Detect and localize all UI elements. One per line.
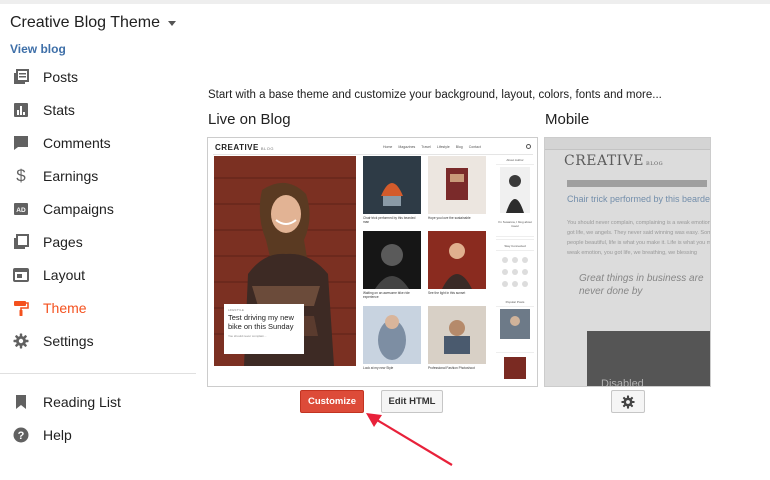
- preview-caption: Hope you love the sustainable: [428, 216, 471, 220]
- live-on-blog-heading: Live on Blog: [208, 111, 291, 128]
- preview-thumbnail: [363, 306, 421, 364]
- preview-social-icons: [502, 257, 528, 287]
- sidebar-item-posts[interactable]: Posts: [0, 60, 196, 93]
- sidebar-item-layout[interactable]: Layout: [0, 258, 196, 291]
- comments-icon: [12, 134, 30, 152]
- theme-intro-text: Start with a base theme and customize yo…: [208, 89, 662, 101]
- sidebar-item-label: Layout: [43, 266, 86, 283]
- customize-button[interactable]: Customize: [300, 390, 364, 413]
- svg-text:AD: AD: [16, 207, 26, 214]
- posts-icon: [12, 68, 30, 86]
- mobile-theme-preview: CREATIVE BLOG Chair trick performed by th…: [544, 137, 711, 387]
- preview-thumbnail: [428, 306, 486, 364]
- ad-icon: AD: [12, 200, 30, 218]
- mobile-settings-button[interactable]: [611, 390, 645, 413]
- live-theme-preview[interactable]: CREATIVE BLOG Home Magazines Travel Lifestyl…: [207, 137, 538, 387]
- annotation-arrow: [366, 413, 453, 466]
- preview-caption: Look at my new Style: [363, 366, 394, 370]
- sidebar-item-label: Earnings: [43, 167, 99, 184]
- sidebar-item-label: Settings: [43, 332, 94, 349]
- theme-page: Creative Blog Theme View blog Posts Stat…: [0, 0, 770, 480]
- blog-title[interactable]: Creative Blog Theme: [10, 14, 160, 32]
- preview-header-rule: [213, 154, 533, 155]
- mobile-heading: Mobile: [545, 111, 590, 128]
- sidebar-lower-nav: Reading List ? Help: [0, 385, 196, 451]
- preview-thumbnail: [363, 156, 421, 214]
- preview-hero-card: LIFESTYLE Test driving my new bike on th…: [224, 304, 304, 354]
- preview-sidebar: About Author I'm Susanna, I blog about t…: [496, 158, 534, 386]
- sidebar-item-label: Campaigns: [43, 200, 114, 217]
- preview-thumbnail: [363, 231, 421, 289]
- sidebar-nav: Posts Stats Comments $ Earnings AD Campa…: [0, 60, 196, 357]
- sidebar-divider: [0, 373, 196, 374]
- pages-icon: [12, 233, 30, 251]
- caret-down-icon[interactable]: [168, 20, 176, 26]
- sidebar-item-label: Theme: [43, 299, 87, 316]
- preview-caption: Waiting on an awesome bike ride experien…: [363, 291, 410, 299]
- preview-nav: Home Magazines Travel Lifestyle Blog Contact: [383, 145, 481, 149]
- dollar-icon: $: [16, 165, 26, 185]
- help-icon: ?: [12, 426, 30, 444]
- preview-caption: Chair trick performed by this bearded ma…: [363, 216, 416, 224]
- sidebar-item-reading-list[interactable]: Reading List: [0, 385, 196, 418]
- preview-thumbnail: [428, 231, 486, 289]
- sidebar-item-label: Help: [43, 426, 72, 443]
- sidebar-item-settings[interactable]: Settings: [0, 324, 196, 357]
- sidebar-item-stats[interactable]: Stats: [0, 93, 196, 126]
- sidebar-item-label: Reading List: [43, 393, 121, 410]
- sidebar-item-pages[interactable]: Pages: [0, 225, 196, 258]
- sidebar-item-comments[interactable]: Comments: [0, 126, 196, 159]
- sidebar-item-theme[interactable]: Theme: [0, 291, 196, 324]
- preview-caption: See the light in this sunset: [428, 291, 466, 295]
- preview-caption: Professional Fashion Photoshoot: [428, 366, 475, 370]
- preview-author-photo: [500, 167, 530, 213]
- sidebar-item-label: Comments: [43, 134, 111, 151]
- blog-switcher[interactable]: Creative Blog Theme: [10, 14, 176, 32]
- mobile-disabled-overlay: [545, 138, 710, 386]
- gear-icon: [621, 394, 635, 409]
- top-divider: [0, 0, 770, 4]
- stats-icon: [12, 101, 30, 119]
- layout-icon: [12, 266, 30, 284]
- gear-icon: [12, 332, 30, 350]
- svg-text:?: ?: [18, 430, 25, 442]
- view-blog-link[interactable]: View blog: [10, 42, 66, 56]
- preview-popular-image: [500, 309, 530, 339]
- preview-logo: CREATIVE BLOG: [215, 143, 274, 152]
- sidebar-item-label: Posts: [43, 68, 79, 85]
- sidebar-item-campaigns[interactable]: AD Campaigns: [0, 192, 196, 225]
- bookmark-icon: [12, 393, 30, 411]
- sidebar-item-help[interactable]: ? Help: [0, 418, 196, 451]
- sidebar-item-earnings[interactable]: $ Earnings: [0, 159, 196, 192]
- sidebar-item-label: Pages: [43, 233, 83, 250]
- preview-search-icon: [526, 144, 531, 149]
- preview-hero-image: LIFESTYLE Test driving my new bike on th…: [214, 156, 356, 366]
- paint-roller-icon: [12, 299, 30, 317]
- preview-thumbnail: [428, 156, 486, 214]
- sidebar-item-label: Stats: [43, 101, 75, 118]
